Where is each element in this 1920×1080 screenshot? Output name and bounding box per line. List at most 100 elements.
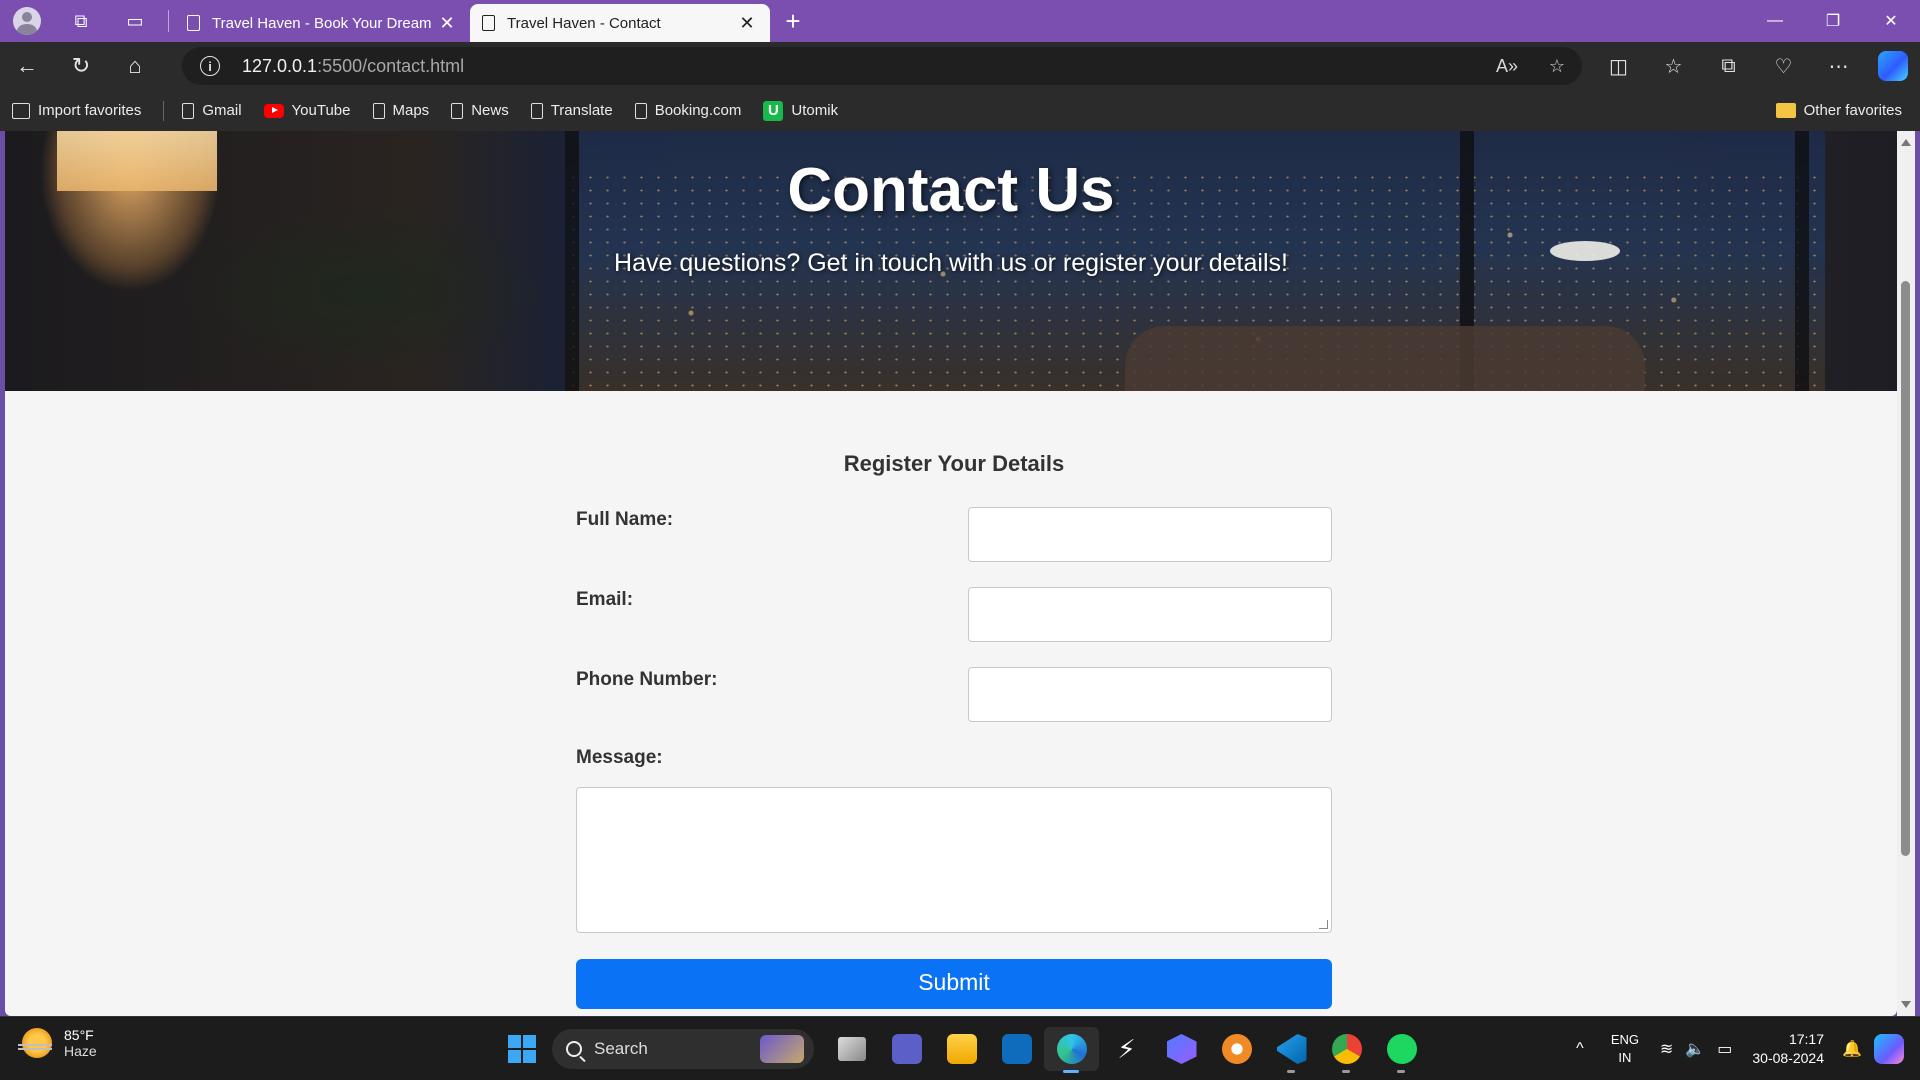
favorite-booking[interactable]: Booking.com: [634, 102, 741, 119]
email-input[interactable]: [968, 587, 1332, 642]
browser-essentials-icon[interactable]: ♡: [1756, 54, 1811, 79]
vertical-tabs-icon[interactable]: ▭: [108, 0, 162, 42]
favorite-label: Maps: [392, 102, 430, 119]
folder-icon: [1775, 103, 1796, 118]
clock-time: 17:17: [1788, 1031, 1824, 1047]
task-view-icon: [837, 1037, 866, 1061]
quick-settings[interactable]: ≋ 🔈 ▭: [1660, 1039, 1732, 1059]
profile-button[interactable]: [0, 0, 54, 42]
full-name-input[interactable]: [968, 507, 1332, 562]
chrome-button[interactable]: [1319, 1027, 1374, 1073]
message-textarea[interactable]: [576, 787, 1332, 933]
split-screen-icon[interactable]: ◫: [1591, 54, 1646, 79]
favorite-utomik[interactable]: U Utomik: [763, 100, 838, 121]
clock-date: 30-08-2024: [1752, 1050, 1824, 1066]
favorite-label: YouTube: [291, 102, 351, 119]
task-view-button[interactable]: [824, 1027, 879, 1071]
back-icon[interactable]: ←: [0, 42, 54, 90]
running-indicator: [1063, 1070, 1079, 1073]
weather-widget[interactable]: 85°F Haze: [18, 1027, 97, 1059]
system-tray: ^ ENG IN ≋ 🔈 ▭ 17:17 30-08-2024 🔔: [1560, 1017, 1920, 1080]
tab-home[interactable]: Travel Haven - Book Your Dream Stay ✕: [175, 4, 470, 42]
minimize-icon[interactable]: —: [1746, 0, 1804, 42]
toolbar-actions: ◫ ☆ ⧉ ♡ ⋯: [1591, 42, 1920, 90]
favorite-import[interactable]: Import favorites: [12, 102, 141, 119]
page-icon: [634, 102, 647, 119]
tab-separator: [168, 10, 169, 32]
page-scrollbar[interactable]: [1897, 131, 1915, 1016]
hero-banner: Contact Us Have questions? Get in touch …: [5, 131, 1897, 391]
sofa-silhouette: [1125, 326, 1645, 391]
favorites-divider: [163, 100, 165, 121]
other-favorites-label: Other favorites: [1803, 102, 1902, 119]
taskbar-search[interactable]: Search: [552, 1029, 814, 1069]
copilot-taskbar-icon[interactable]: [1874, 1034, 1904, 1064]
orange-circle-icon: [1221, 1034, 1252, 1064]
browser-title-bar: ⧉ ▭ Travel Haven - Book Your Dream Stay …: [0, 0, 1920, 42]
teams-button[interactable]: [879, 1027, 934, 1071]
language-code: ENG: [1610, 1032, 1639, 1047]
lightning-icon: ⚡: [1117, 1034, 1136, 1064]
url-path: :5500/contact.html: [317, 55, 465, 76]
search-icon: [566, 1041, 582, 1057]
scroll-down-arrow-icon[interactable]: [1901, 1001, 1911, 1008]
address-bar[interactable]: i 127.0.0.1:5500/contact.html A» ☆: [182, 47, 1582, 85]
clock[interactable]: 17:17 30-08-2024: [1752, 1030, 1824, 1068]
hex-app-button[interactable]: [1154, 1027, 1209, 1071]
url-text[interactable]: 127.0.0.1:5500/contact.html: [242, 56, 464, 77]
favorite-star-icon[interactable]: ☆: [1532, 56, 1582, 77]
edge-icon: [1056, 1034, 1087, 1064]
submit-button[interactable]: Submit: [576, 959, 1332, 1009]
home-icon[interactable]: ⌂: [108, 42, 162, 90]
favorites-bar: Import favorites Gmail YouTube Maps News…: [0, 90, 1920, 131]
collections-icon[interactable]: ⧉: [1701, 55, 1756, 78]
favorite-youtube[interactable]: YouTube: [263, 102, 351, 119]
haze-weather-icon: [18, 1028, 52, 1058]
hexagon-icon: [1166, 1034, 1197, 1064]
outlook-button[interactable]: [989, 1027, 1044, 1071]
refresh-icon[interactable]: ↻: [54, 42, 108, 90]
windows-taskbar: 85°F Haze Search ⚡ ^ ENG IN ≋ 🔈 ▭ 17:17 …: [0, 1016, 1920, 1080]
vscode-button[interactable]: [1264, 1027, 1319, 1073]
page-icon: [182, 102, 195, 119]
language-indicator[interactable]: ENG IN: [1600, 1031, 1650, 1067]
favorite-label: Gmail: [202, 102, 242, 119]
new-tab-button[interactable]: +: [770, 0, 816, 42]
file-explorer-button[interactable]: [934, 1027, 989, 1071]
site-info-icon[interactable]: i: [200, 56, 220, 76]
notification-bell-icon[interactable]: 🔔: [1838, 1039, 1866, 1059]
edge-button[interactable]: [1044, 1027, 1099, 1073]
restore-icon[interactable]: ❐: [1804, 0, 1862, 42]
favorite-maps[interactable]: Maps: [372, 102, 430, 119]
tab-contact[interactable]: Travel Haven - Contact ✕: [470, 4, 770, 42]
more-menu-icon[interactable]: ⋯: [1811, 54, 1866, 79]
close-tab-icon[interactable]: ✕: [436, 13, 458, 34]
teams-icon: [891, 1034, 922, 1064]
orange-app-button[interactable]: [1209, 1027, 1264, 1071]
volume-icon: 🔈: [1685, 1041, 1706, 1058]
spotify-button[interactable]: [1374, 1027, 1429, 1073]
tab-title: Travel Haven - Contact: [507, 14, 661, 32]
start-button[interactable]: [500, 1027, 544, 1071]
read-aloud-icon[interactable]: A»: [1482, 56, 1532, 77]
copilot-icon[interactable]: [1878, 51, 1908, 81]
favorites-icon[interactable]: ☆: [1646, 54, 1701, 79]
close-tab-icon[interactable]: ✕: [736, 13, 758, 34]
workspaces-icon[interactable]: ⧉: [54, 0, 108, 42]
weather-description: Haze: [64, 1043, 97, 1059]
favorite-translate[interactable]: Translate: [530, 102, 613, 119]
favorite-gmail[interactable]: Gmail: [182, 102, 242, 119]
show-hidden-icons-chevron-icon[interactable]: ^: [1560, 1040, 1600, 1058]
close-window-icon[interactable]: ✕: [1862, 0, 1920, 42]
navigation-bar: ← ↻ ⌂ i 127.0.0.1:5500/contact.html A» ☆…: [0, 42, 1920, 90]
other-favorites[interactable]: Other favorites: [1775, 102, 1902, 119]
arrow-app-button[interactable]: ⚡: [1099, 1027, 1154, 1071]
favorite-news[interactable]: News: [451, 102, 509, 119]
scrollbar-thumb[interactable]: [1901, 281, 1910, 856]
phone-input[interactable]: [968, 667, 1332, 722]
form-title: Register Your Details: [843, 451, 1065, 476]
scroll-up-arrow-icon[interactable]: [1901, 139, 1911, 146]
tab-title: Travel Haven - Book Your Dream Stay: [212, 14, 436, 32]
taskbar-apps: Search ⚡: [500, 1027, 1429, 1073]
page-icon: [451, 102, 464, 119]
